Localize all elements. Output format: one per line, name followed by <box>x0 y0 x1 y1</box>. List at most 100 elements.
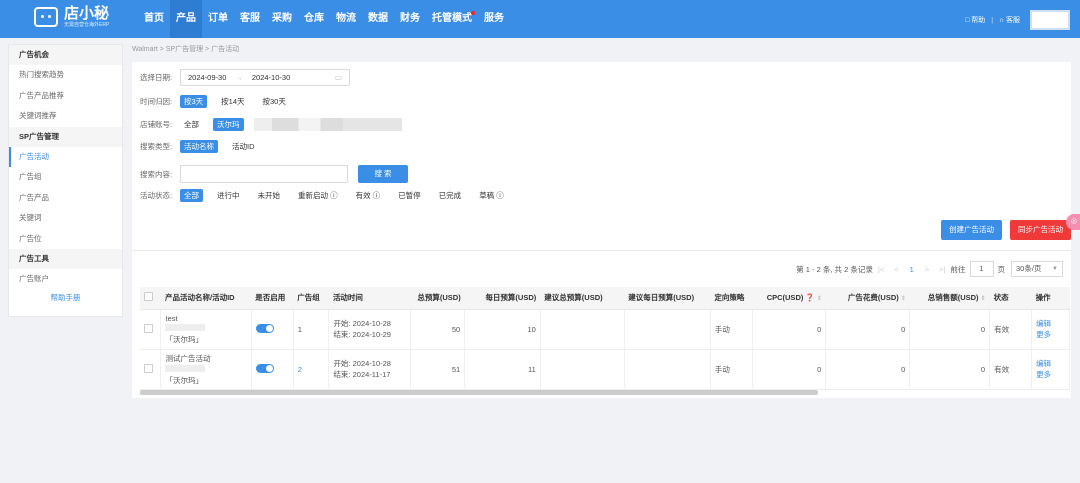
enabled-toggle[interactable] <box>255 363 274 373</box>
checkbox[interactable] <box>144 292 153 302</box>
nav-item-9[interactable]: 托管模式 <box>426 0 478 38</box>
row-checkbox[interactable] <box>144 363 153 373</box>
nav-item-1[interactable]: 产品 <box>170 0 202 38</box>
ad-spend: 0 <box>901 364 906 374</box>
next-page-icon[interactable]: > <box>925 265 929 274</box>
shop_options-option[interactable]: 沃尔玛 <box>213 118 244 131</box>
status_options-option[interactable]: 草稿 ⓘ <box>475 189 508 202</box>
goto-page-input[interactable]: 1 <box>969 261 994 277</box>
targeting-strategy: 手动 <box>714 364 730 374</box>
campaign-shop: 「沃尔玛」 <box>165 334 203 344</box>
sort-icon[interactable]: ⇕ <box>981 296 986 302</box>
search-button[interactable]: 搜 索 <box>358 165 408 183</box>
edit-link[interactable]: 编辑 <box>1036 318 1065 329</box>
cpc-cell: 0 <box>752 309 827 350</box>
help-link[interactable]: □ 帮助 <box>965 15 985 25</box>
header-label: 活动时间 <box>332 293 363 303</box>
ad-group-count[interactable]: 1 <box>298 325 302 334</box>
operations-cell: 编辑 更多 <box>1031 349 1070 390</box>
nav-item-6[interactable]: 物流 <box>330 0 362 38</box>
sidebar-item[interactable]: 热门搜索趋势 <box>9 65 122 86</box>
current-page[interactable]: 1 <box>910 265 914 274</box>
campaign-time-cell: 开始: 2024-10-28 结束: 2024-10-29 <box>328 309 412 350</box>
operations-cell: 编辑 更多 <box>1031 309 1070 350</box>
sidebar-item[interactable]: 关键词 <box>9 208 122 229</box>
nav-label: 仓库 <box>304 13 324 24</box>
nav-item-5[interactable]: 仓库 <box>298 0 330 38</box>
status_options-option[interactable]: 全部 <box>180 189 203 202</box>
sync-campaign-button[interactable]: 同步广告活动 <box>1010 220 1071 240</box>
floating-helper-icon[interactable]: ◎ <box>1066 214 1080 230</box>
more-link[interactable]: 更多 <box>1036 329 1065 340</box>
sidebar-item[interactable]: 广告产品 <box>9 188 122 209</box>
brand-logo[interactable]: 店小秘 无需自营仓海外ERP <box>34 6 109 28</box>
first-page-icon[interactable]: |< <box>878 265 884 274</box>
shop-label: 店铺账号: <box>140 120 173 129</box>
campaign-name[interactable]: 测试广告活动 <box>165 353 246 364</box>
service-link[interactable]: ∩ 客服 <box>999 15 1020 25</box>
header-label: 产品活动名称/活动ID <box>164 293 235 303</box>
status_options-option[interactable]: 有效 ⓘ <box>352 189 385 202</box>
status_options-option[interactable]: 未开始 <box>254 189 285 202</box>
ad-group-count[interactable]: 2 <box>298 365 302 374</box>
create-campaign-button[interactable]: 创建广告活动 <box>941 220 1002 240</box>
sidebar: 广告机会 热门搜索趋势 广告产品推荐 关键词推荐 SP广告管理 广告活动 广告组 广告产品 关键… <box>8 44 123 317</box>
enabled-toggle[interactable] <box>255 323 274 333</box>
sidebar-item[interactable]: 广告组 <box>9 167 122 188</box>
row-checkbox[interactable] <box>144 323 153 333</box>
enabled-cell <box>251 349 294 390</box>
status-row: 活动状态: 全部 进行中 未开始 重新启动 ⓘ 有效 ⓘ 已暂停 已完成 草稿 ⓘ <box>140 189 518 202</box>
sidebar-item[interactable]: 广告账户 <box>9 269 122 290</box>
campaign-end: 结束: 2024-11-17 <box>333 370 391 379</box>
help-manual-link[interactable]: 帮助手册 <box>9 290 122 303</box>
cpc-cell: 0 <box>752 349 827 390</box>
nav-item-3[interactable]: 客服 <box>234 0 266 38</box>
daily-budget: 11 <box>527 364 536 374</box>
status_options-option[interactable]: 已暂停 <box>394 189 425 202</box>
status-cell: 有效 <box>989 309 1033 350</box>
campaign-name[interactable]: test <box>165 314 246 323</box>
nav-item-10[interactable]: 服务 <box>478 0 510 38</box>
status_options-option[interactable]: 重新启动 ⓘ <box>294 189 342 202</box>
sidebar-group-title: 广告机会 <box>9 45 122 65</box>
sort-icon[interactable]: ⇕ <box>817 296 822 302</box>
page-size-select[interactable]: 30条/页 <box>1011 261 1063 277</box>
time_options-option[interactable]: 按30天 <box>259 95 290 108</box>
status_options-option[interactable]: 进行中 <box>213 189 244 202</box>
time_options-option[interactable]: 按14天 <box>217 95 248 108</box>
nav-label: 首页 <box>144 13 164 24</box>
nav-item-7[interactable]: 数据 <box>362 0 394 38</box>
sort-icon[interactable]: ⇕ <box>901 296 906 302</box>
targeting-strategy-cell: 手动 <box>710 309 753 350</box>
search_type_options-option[interactable]: 活动ID <box>228 140 259 153</box>
total-sales-cell: 0 <box>909 349 991 390</box>
sidebar-item[interactable]: 关键词推荐 <box>9 106 122 127</box>
shop_options-option[interactable]: 全部 <box>180 118 203 131</box>
logo-icon <box>34 7 58 27</box>
prev-page-icon[interactable]: < <box>894 265 898 274</box>
header-label: 总销售额(USD) <box>927 293 979 303</box>
nav-item-0[interactable]: 首页 <box>138 0 170 38</box>
sidebar-item[interactable]: 广告活动 <box>9 146 122 167</box>
daily-budget-cell: 11 <box>464 349 541 390</box>
sidebar-item[interactable]: 广告产品推荐 <box>9 86 122 107</box>
status_options-option[interactable]: 已完成 <box>435 189 466 202</box>
campaign-name-cell: 测试广告活动 「沃尔玛」 <box>160 349 252 390</box>
column-header: 建议总预算(USD) <box>540 287 625 310</box>
select-all-checkbox[interactable] <box>140 287 161 310</box>
last-page-icon[interactable]: >| <box>939 265 945 274</box>
time-row: 时间归因: 按3天 按14天 按30天 <box>140 95 300 108</box>
cpc: 0 <box>817 324 822 334</box>
time_options-option[interactable]: 按3天 <box>180 95 208 108</box>
edit-link[interactable]: 编辑 <box>1036 358 1065 369</box>
nav-item-2[interactable]: 订单 <box>202 0 234 38</box>
nav-item-8[interactable]: 财务 <box>394 0 426 38</box>
more-link[interactable]: 更多 <box>1036 369 1065 380</box>
date-range-picker[interactable]: 2024-09-30 → 2024-10-30 ▭ <box>180 69 350 86</box>
sidebar-item[interactable]: 广告位 <box>9 229 122 250</box>
nav-item-4[interactable]: 采购 <box>266 0 298 38</box>
horizontal-scrollbar[interactable] <box>140 390 818 395</box>
search_type_options-option[interactable]: 活动名称 <box>180 140 218 153</box>
user-avatar[interactable] <box>1030 10 1070 30</box>
search-input[interactable] <box>180 165 348 183</box>
